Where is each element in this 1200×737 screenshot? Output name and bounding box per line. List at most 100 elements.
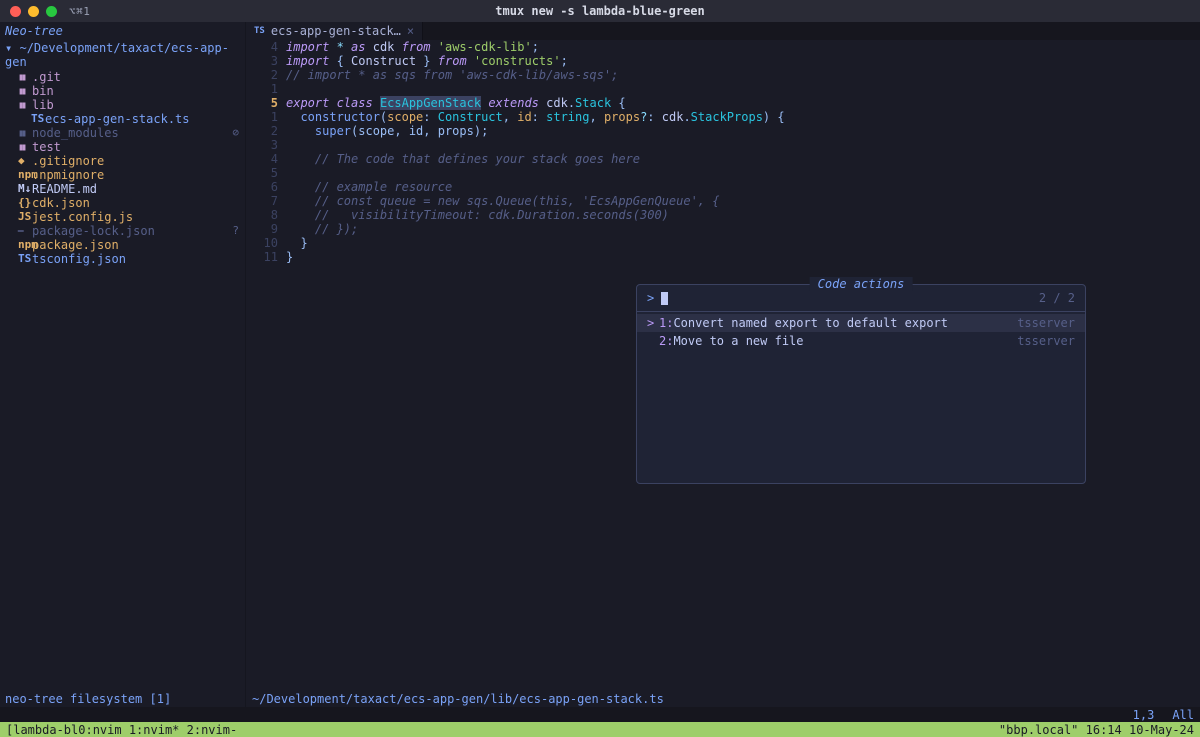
line-number: 10 bbox=[246, 236, 278, 250]
tree-item[interactable]: npmpackage.json bbox=[0, 238, 245, 252]
cursor-position: 1,3 bbox=[1133, 708, 1155, 722]
file-name: .npmignore bbox=[32, 168, 104, 182]
tmux-status-bar: [lambda-bl0:nvim 1:nvim* 2:nvim- "bbp.lo… bbox=[0, 722, 1200, 737]
sidebar-title: Neo-tree bbox=[0, 22, 245, 40]
line-number: 5 bbox=[246, 96, 278, 110]
file-icon: TS bbox=[18, 252, 32, 266]
caret-icon bbox=[647, 334, 659, 348]
tree-item[interactable]: .git bbox=[0, 70, 245, 84]
line-number-gutter: 432151234567891011 bbox=[246, 40, 286, 264]
file-name: .git bbox=[32, 70, 61, 84]
action-text: Move to a new file bbox=[673, 334, 803, 348]
window-title: tmux new -s lambda-blue-green bbox=[495, 4, 705, 18]
file-icon: ◆ bbox=[18, 154, 32, 168]
file-name: bin bbox=[32, 84, 54, 98]
file-tree-sidebar: Neo-tree ▾ ~/Development/taxact/ecs-app-… bbox=[0, 22, 246, 707]
line-number: 6 bbox=[246, 180, 278, 194]
line-number: 3 bbox=[246, 138, 278, 152]
file-icon: ⎯ bbox=[18, 224, 32, 238]
file-icon: JS bbox=[18, 210, 32, 224]
code-area[interactable]: 432151234567891011 import * as cdk from … bbox=[246, 40, 1200, 264]
line-number: 4 bbox=[246, 40, 278, 54]
file-name: package-lock.json bbox=[32, 224, 155, 238]
file-icon: TS bbox=[31, 112, 45, 126]
close-icon[interactable]: × bbox=[407, 24, 414, 38]
tree-badge: ? bbox=[232, 224, 239, 238]
editor-tab[interactable]: TS ecs-app-gen-stack… × bbox=[246, 22, 423, 40]
folder-icon bbox=[18, 98, 32, 113]
typescript-icon: TS bbox=[254, 26, 265, 36]
tree-item[interactable]: node_modules ⊘ bbox=[0, 126, 245, 140]
folder-icon bbox=[18, 126, 32, 141]
code-lines: import * as cdk from 'aws-cdk-lib'; impo… bbox=[286, 40, 1200, 264]
action-source: tsserver bbox=[1017, 316, 1075, 330]
file-tree: .gitbinlibTSecs-app-gen-stack.tsnode_mod… bbox=[0, 70, 245, 266]
editor-pane: TS ecs-app-gen-stack… × 4321512345678910… bbox=[246, 22, 1200, 707]
tree-item[interactable]: npm.npmignore bbox=[0, 168, 245, 182]
window-controls bbox=[10, 6, 57, 17]
zoom-window-button[interactable] bbox=[46, 6, 57, 17]
code-action-item[interactable]: 2: Move to a new file tsserver bbox=[637, 332, 1085, 350]
popup-list: > 1: Convert named export to default exp… bbox=[637, 314, 1085, 350]
folder-icon bbox=[18, 84, 32, 99]
file-name: cdk.json bbox=[32, 196, 90, 210]
tree-item[interactable]: ◆.gitignore bbox=[0, 154, 245, 168]
line-number: 5 bbox=[246, 166, 278, 180]
tree-item[interactable]: lib bbox=[0, 98, 245, 112]
file-name: lib bbox=[32, 98, 54, 112]
action-index: 1: bbox=[659, 316, 673, 330]
tree-item[interactable]: TSecs-app-gen-stack.ts bbox=[0, 112, 245, 126]
window-shortcut-label: ⌥⌘1 bbox=[69, 5, 90, 18]
folder-icon bbox=[18, 140, 32, 155]
line-number: 7 bbox=[246, 194, 278, 208]
file-name: .gitignore bbox=[32, 154, 104, 168]
text-cursor bbox=[661, 292, 668, 305]
tmux-windows[interactable]: [lambda-bl0:nvim 1:nvim* 2:nvim- bbox=[6, 723, 237, 737]
code-action-item[interactable]: > 1: Convert named export to default exp… bbox=[637, 314, 1085, 332]
tree-badge: ⊘ bbox=[232, 126, 239, 140]
line-number: 1 bbox=[246, 110, 278, 124]
scroll-percent: All bbox=[1172, 708, 1194, 722]
line-number: 11 bbox=[246, 250, 278, 264]
line-number: 9 bbox=[246, 222, 278, 236]
tree-item[interactable]: TStsconfig.json bbox=[0, 252, 245, 266]
root-path: ~/Development/taxact/ecs-app-gen bbox=[5, 41, 229, 69]
vim-status-line: 1,3 All bbox=[0, 707, 1200, 722]
tree-item[interactable]: {}cdk.json bbox=[0, 196, 245, 210]
tree-root[interactable]: ▾ ~/Development/taxact/ecs-app-gen bbox=[0, 40, 245, 70]
file-icon: npm bbox=[18, 238, 32, 252]
highlighted-symbol: EcsAppGenStack bbox=[380, 96, 481, 110]
tree-item[interactable]: bin bbox=[0, 84, 245, 98]
popup-title: Code actions bbox=[810, 277, 913, 291]
action-source: tsserver bbox=[1017, 334, 1075, 348]
file-icon: M↓ bbox=[18, 182, 32, 196]
file-name: jest.config.js bbox=[32, 210, 133, 224]
tree-item[interactable]: test bbox=[0, 140, 245, 154]
prompt-icon: > bbox=[647, 291, 654, 305]
file-icon: {} bbox=[18, 196, 32, 210]
chevron-down-icon: ▾ bbox=[5, 41, 12, 55]
tab-bar: TS ecs-app-gen-stack… × bbox=[246, 22, 1200, 40]
line-number: 1 bbox=[246, 82, 278, 96]
tmux-host-time: "bbp.local" 16:14 10-May-24 bbox=[999, 723, 1194, 737]
line-number: 8 bbox=[246, 208, 278, 222]
file-icon: npm bbox=[18, 168, 32, 182]
file-name: node_modules bbox=[32, 126, 119, 140]
popup-separator bbox=[637, 311, 1085, 312]
tree-item[interactable]: M↓README.md bbox=[0, 182, 245, 196]
line-number: 2 bbox=[246, 68, 278, 82]
editor-status-path: ~/Development/taxact/ecs-app-gen/lib/ecs… bbox=[246, 691, 1200, 707]
tree-item[interactable]: JSjest.config.js bbox=[0, 210, 245, 224]
macos-titlebar: ⌥⌘1 tmux new -s lambda-blue-green bbox=[0, 0, 1200, 22]
minimize-window-button[interactable] bbox=[28, 6, 39, 17]
file-name: ecs-app-gen-stack.ts bbox=[45, 112, 190, 126]
folder-icon bbox=[18, 70, 32, 85]
tab-label: ecs-app-gen-stack… bbox=[271, 24, 401, 38]
file-name: README.md bbox=[32, 182, 97, 196]
close-window-button[interactable] bbox=[10, 6, 21, 17]
line-number: 2 bbox=[246, 124, 278, 138]
file-name: package.json bbox=[32, 238, 119, 252]
caret-icon: > bbox=[647, 316, 659, 330]
tree-item[interactable]: ⎯package-lock.json? bbox=[0, 224, 245, 238]
action-index: 2: bbox=[659, 334, 673, 348]
